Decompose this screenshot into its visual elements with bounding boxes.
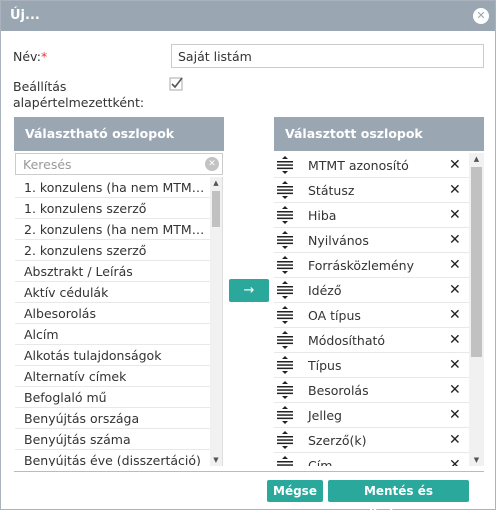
selected-column-label: Cím [308, 458, 333, 466]
list-item: MTMT azonosító ✕ [274, 153, 484, 178]
list-item[interactable]: Befoglaló mű [15, 387, 222, 408]
list-item: Típus ✕ [274, 353, 484, 378]
search-box: ✕ [15, 153, 223, 175]
drag-handle-icon[interactable] [276, 431, 294, 449]
remove-icon[interactable]: ✕ [449, 228, 461, 253]
cancel-button[interactable]: Mégse [267, 480, 323, 502]
selected-column-label: Jelleg [308, 408, 342, 423]
list-item[interactable]: Absztrakt / Leírás [15, 261, 222, 282]
remove-icon[interactable]: ✕ [449, 328, 461, 353]
default-label: Beállítás alapértelmezettként: [13, 79, 145, 110]
available-columns-header: Választható oszlopok [14, 117, 224, 151]
selected-column-label: Szerző(k) [308, 433, 367, 448]
clear-search-icon[interactable]: ✕ [205, 157, 219, 171]
drag-handle-icon[interactable] [276, 381, 294, 399]
dialog-titlebar: Új... ✕ [1, 1, 495, 31]
list-item[interactable]: Alkotás tulajdonságok [15, 345, 222, 366]
selected-column-label: OA típus [308, 308, 361, 323]
search-input[interactable] [16, 154, 201, 174]
list-item[interactable]: Alcím [15, 324, 222, 345]
selected-column-label: Módosítható [308, 333, 386, 348]
list-item[interactable]: Benyújtás éve (disszertáció) [15, 450, 222, 466]
remove-icon[interactable]: ✕ [449, 303, 461, 328]
dialog-title: Új... [10, 8, 40, 23]
close-icon[interactable]: ✕ [473, 8, 489, 24]
drag-handle-icon[interactable] [276, 281, 294, 299]
remove-icon[interactable]: ✕ [449, 453, 461, 466]
drag-handle-icon[interactable] [276, 456, 294, 466]
list-item[interactable]: 1. konzulens (ha nem MTMT szerző) [15, 177, 222, 198]
drag-handle-icon[interactable] [276, 356, 294, 374]
footer-divider [14, 471, 484, 472]
list-item[interactable]: Benyújtás száma [15, 429, 222, 450]
name-input[interactable] [171, 44, 484, 68]
drag-handle-icon[interactable] [276, 231, 294, 249]
selected-column-label: Besorolás [308, 383, 369, 398]
list-item[interactable]: 2. konzulens (ha nem MTMT szerző) [15, 219, 222, 240]
default-checkbox[interactable] [169, 76, 185, 92]
selected-column-label: Típus [308, 358, 342, 373]
selected-columns-header: Választott oszlopok [274, 117, 484, 151]
required-mark: * [40, 49, 48, 64]
list-item[interactable]: Benyújtás országa [15, 408, 222, 429]
selected-column-label: Státusz [308, 183, 355, 198]
scroll-down-icon[interactable]: ▼ [210, 454, 222, 466]
list-item: Besorolás ✕ [274, 378, 484, 403]
drag-handle-icon[interactable] [276, 406, 294, 424]
drag-handle-icon[interactable] [276, 156, 294, 174]
selected-column-label: Idéző [308, 283, 342, 298]
remove-icon[interactable]: ✕ [449, 278, 461, 303]
available-columns-list: 1. konzulens (ha nem MTMT szerző)1. konz… [15, 177, 223, 466]
drag-handle-icon[interactable] [276, 256, 294, 274]
list-item[interactable]: Aktív cédulák [15, 282, 222, 303]
available-scrollbar[interactable]: ▲ ▼ [210, 177, 222, 466]
remove-icon[interactable]: ✕ [449, 203, 461, 228]
list-item: Módosítható ✕ [274, 328, 484, 353]
list-item: Cím ✕ [274, 453, 484, 466]
scroll-down-icon[interactable]: ▼ [469, 454, 484, 466]
list-item: Státusz ✕ [274, 178, 484, 203]
remove-icon[interactable]: ✕ [449, 403, 461, 428]
remove-icon[interactable]: ✕ [449, 428, 461, 453]
selected-column-label: MTMT azonosító [308, 158, 409, 173]
move-right-button[interactable]: → [229, 279, 269, 302]
drag-handle-icon[interactable] [276, 181, 294, 199]
remove-icon[interactable]: ✕ [449, 353, 461, 378]
list-item: Hiba ✕ [274, 203, 484, 228]
drag-handle-icon[interactable] [276, 206, 294, 224]
remove-icon[interactable]: ✕ [449, 153, 461, 178]
scroll-up-icon[interactable]: ▲ [469, 153, 484, 165]
list-item[interactable]: Albesorolás [15, 303, 222, 324]
list-item: Jelleg ✕ [274, 403, 484, 428]
selected-columns-list: MTMT azonosító ✕ Státusz ✕ Hiba ✕ Nyilvános ✕ Fo… [274, 153, 484, 466]
remove-icon[interactable]: ✕ [449, 178, 461, 203]
selected-column-label: Nyilvános [308, 233, 369, 248]
drag-handle-icon[interactable] [276, 331, 294, 349]
name-label: Név:* [13, 49, 47, 64]
list-item[interactable]: Alternatív címek [15, 366, 222, 387]
list-item: OA típus ✕ [274, 303, 484, 328]
list-item: Forrásközlemény ✕ [274, 253, 484, 278]
list-item: Szerző(k) ✕ [274, 428, 484, 453]
checkmark-icon [169, 77, 183, 91]
list-item: Nyilvános ✕ [274, 228, 484, 253]
scroll-thumb[interactable] [471, 167, 482, 357]
selected-column-label: Forrásközlemény [308, 258, 414, 273]
save-and-apply-button[interactable]: Mentés és alkalmazás [328, 480, 469, 520]
list-item[interactable]: 1. konzulens szerző [15, 198, 222, 219]
remove-icon[interactable]: ✕ [449, 253, 461, 278]
scroll-up-icon[interactable]: ▲ [210, 177, 222, 189]
list-item[interactable]: 2. konzulens szerző [15, 240, 222, 261]
selected-column-label: Hiba [308, 208, 337, 223]
remove-icon[interactable]: ✕ [449, 378, 461, 403]
name-label-text: Név: [13, 49, 41, 64]
scroll-thumb[interactable] [212, 191, 220, 227]
new-list-dialog: Új... ✕ Név:* Beállítás alapértelmezettk… [0, 0, 496, 520]
drag-handle-icon[interactable] [276, 306, 294, 324]
selected-scrollbar[interactable]: ▲ ▼ [469, 153, 484, 466]
list-item: Idéző ✕ [274, 278, 484, 303]
